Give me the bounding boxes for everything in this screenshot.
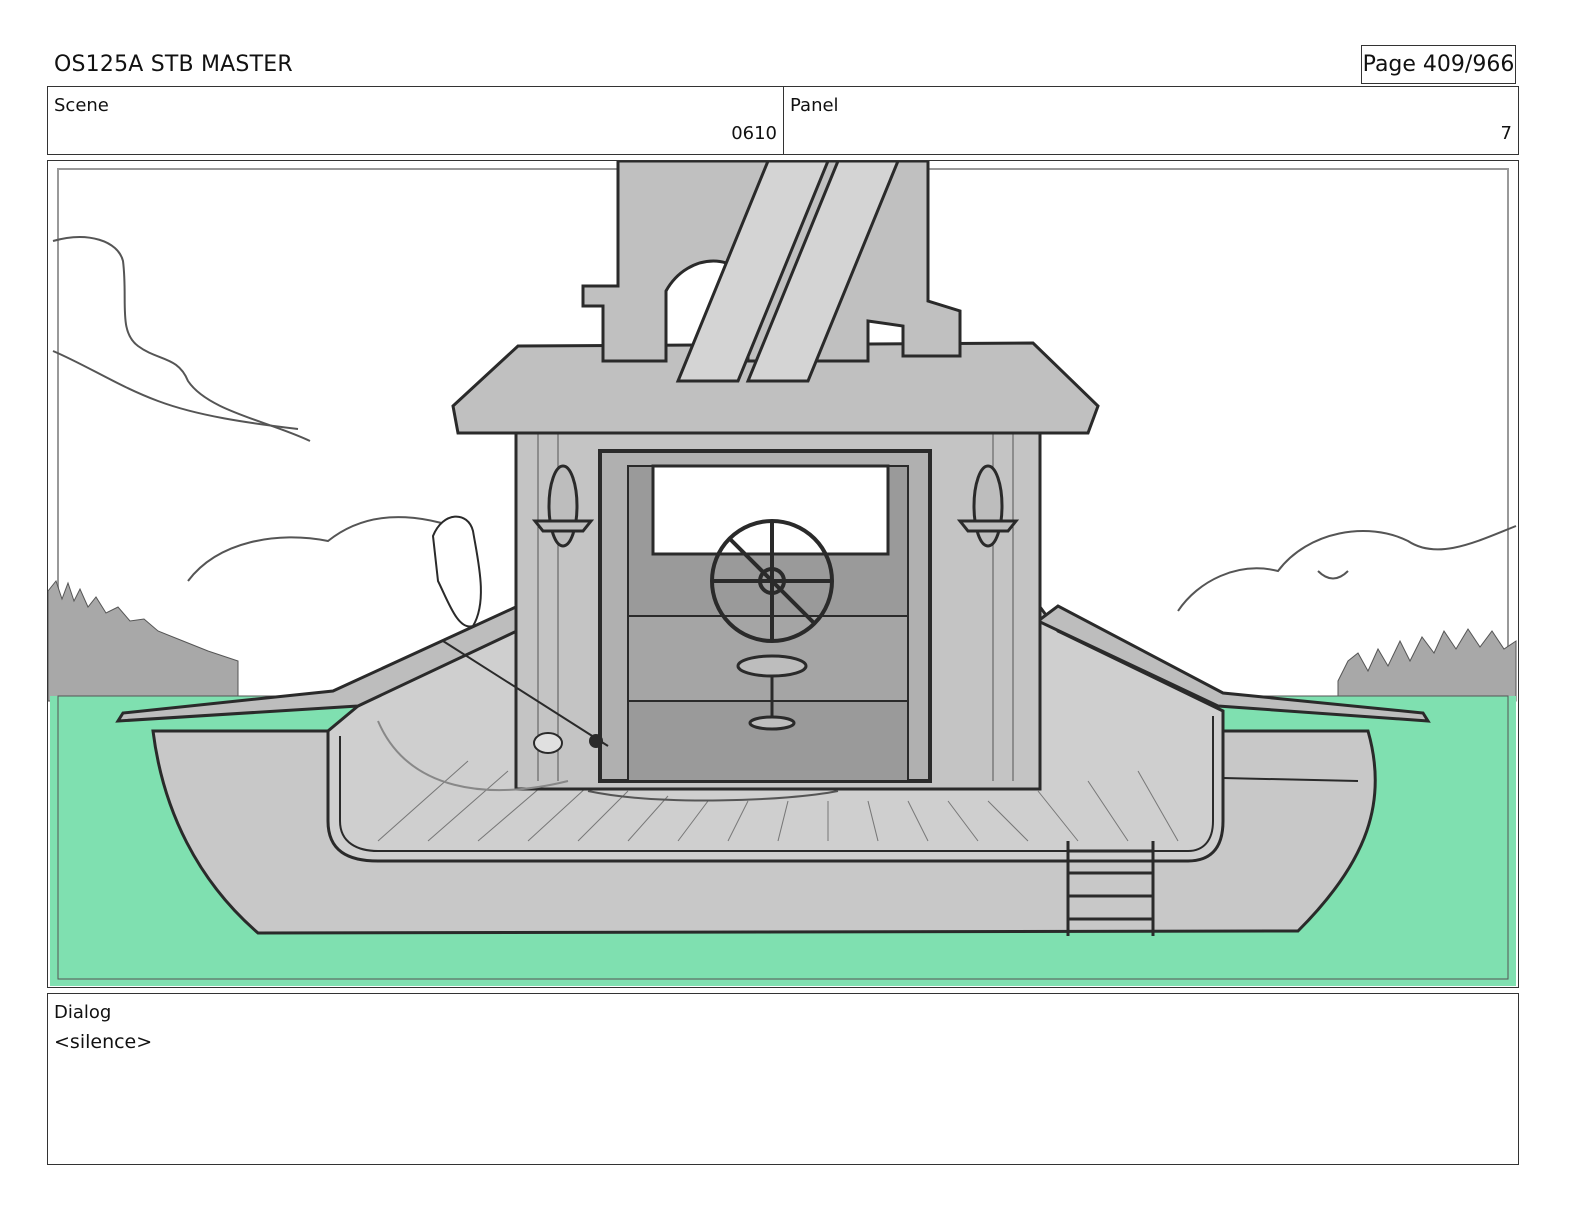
storyboard-drawing: [48, 161, 1517, 986]
scene-number: 0610: [731, 123, 777, 144]
steering-wheel: [710, 519, 834, 643]
panel-cell: Panel 7: [784, 87, 1518, 154]
page-number-box: Page 409/966: [1361, 45, 1516, 84]
storyboard-frame: [47, 160, 1519, 988]
scene-label: Scene: [54, 95, 109, 116]
scene-cell: Scene 0610: [48, 87, 784, 154]
dialog-label: Dialog: [54, 1002, 112, 1023]
dialog-box: Dialog <silence>: [47, 993, 1519, 1165]
document-title: OS125A STB MASTER: [54, 52, 293, 77]
dialog-text: <silence>: [54, 1031, 153, 1053]
panel-label: Panel: [790, 95, 839, 116]
scene-panel-row: Scene 0610 Panel 7: [47, 86, 1519, 155]
panel-number: 7: [1500, 123, 1512, 144]
